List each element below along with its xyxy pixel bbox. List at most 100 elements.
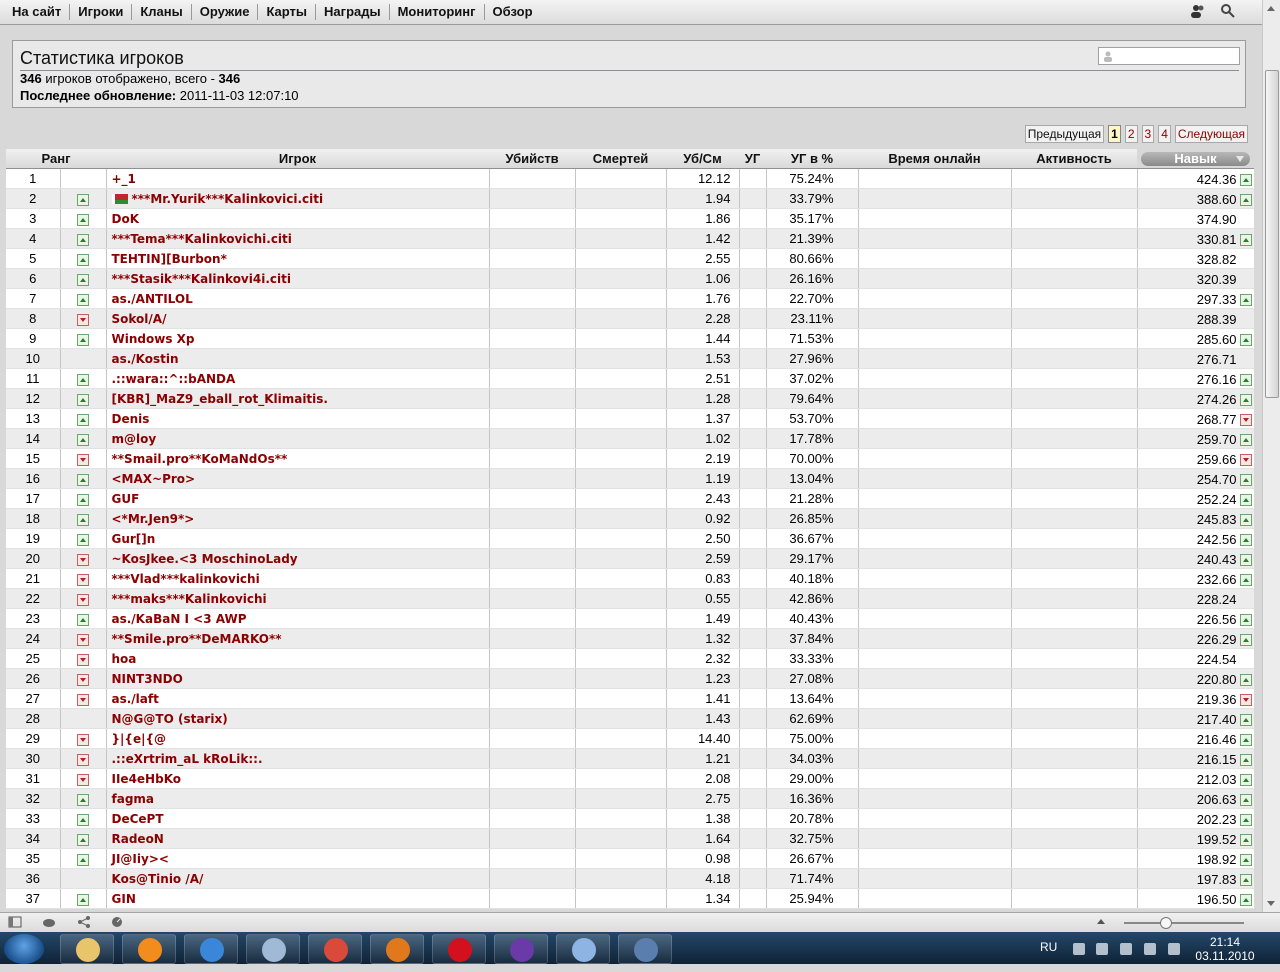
player-name-cell[interactable]: fagma [106, 788, 490, 809]
zoom-slider-knob[interactable] [1160, 917, 1172, 929]
player-name-link[interactable]: ***maks***Kalinkovichi [112, 592, 267, 606]
nav-item[interactable]: Карты [258, 4, 317, 20]
player-name-link[interactable]: .::eXrtrim_aL kRoLik::. [112, 752, 263, 766]
player-name-cell[interactable]: DoK [106, 208, 490, 229]
action-center-icon[interactable] [1096, 943, 1108, 955]
nav-item[interactable]: Награды [316, 4, 390, 20]
network-tray-icon[interactable] [1120, 943, 1132, 955]
network-icon[interactable] [618, 934, 672, 964]
player-name-cell[interactable]: RadeoN [106, 828, 490, 849]
scroll-up-arrow[interactable] [1267, 6, 1275, 11]
col-hs-percent[interactable]: УГ в % [766, 149, 858, 169]
player-name-cell[interactable]: }|{e|{@ [106, 728, 490, 749]
player-name-link[interactable]: Denis [112, 412, 150, 426]
player-name-cell[interactable]: as./KaBaN I <3 AWP [106, 608, 490, 629]
table-row[interactable]: 18 <*Mr.Jen9*> 0.92 26.85% 245.83 [6, 508, 1254, 529]
player-name-link[interactable]: ***Stasik***Kalinkovi4i.citi [112, 272, 291, 286]
firefox-icon[interactable] [370, 934, 424, 964]
table-row[interactable]: 8 Sokol/A/2.28 23.11% 288.39 [6, 308, 1254, 329]
player-name-link[interactable]: as./KaBaN I <3 AWP [112, 612, 247, 626]
player-name-link[interactable]: Gur[]n [112, 532, 156, 546]
player-name-link[interactable]: ***Vlad***kalinkovichi [112, 572, 260, 586]
player-name-link[interactable]: Windows Xp [112, 332, 195, 346]
player-name-link[interactable]: <MAX~Pro> [112, 472, 196, 486]
player-name-cell[interactable]: as./ANTILOL [106, 288, 490, 309]
player-name-cell[interactable]: as./Kostin [106, 348, 490, 369]
table-row[interactable]: 23 as./KaBaN I <3 AWP 1.49 40.43% 226.56 [6, 608, 1254, 629]
start-button[interactable] [4, 934, 44, 964]
player-name-link[interactable]: ~KosJkee.<3 MoschinoLady [112, 552, 298, 566]
prev-page-button[interactable]: Предыдущая [1024, 125, 1105, 143]
player-name-cell[interactable]: [KBR]_MaZ9_eball_rot_Klimaitis. [106, 388, 490, 409]
col-skill[interactable]: Навык [1137, 149, 1254, 169]
share-icon[interactable] [77, 916, 91, 928]
player-name-cell[interactable]: +_1 [106, 168, 490, 189]
player-name-link[interactable]: ***Tema***Kalinkovichi.citi [112, 232, 292, 246]
table-row[interactable]: 21 ***Vlad***kalinkovichi 0.83 40.18% 232.66 [6, 568, 1254, 589]
table-row[interactable]: 5 TEHTIN][Burbon* 2.55 80.66% 328.82 [6, 248, 1254, 269]
player-name-cell[interactable]: Denis [106, 408, 490, 429]
table-row[interactable]: 1 +_1 12.12 75.24% 424.36 [6, 168, 1254, 189]
table-row[interactable]: 2 ***Mr.Yurik***Kalinkovici.citi 1.94 33.79… [6, 188, 1254, 209]
table-row[interactable]: 11 .::wara::^::bANDA 2.51 37.02% 276.16 [6, 368, 1254, 389]
table-row[interactable]: 33 DeCePT 1.38 20.78% 202.23 [6, 808, 1254, 829]
player-name-cell[interactable]: Kos@Tinio /A/ [106, 868, 490, 889]
nav-item[interactable]: Кланы [132, 4, 192, 20]
col-kd[interactable]: Уб/См [666, 149, 739, 169]
scroll-thumb[interactable] [1265, 70, 1279, 398]
table-row[interactable]: 13 Denis 1.37 53.70% 268.77 [6, 408, 1254, 429]
table-row[interactable]: 24 **Smile.pro**DeMARKO** 1.32 37.84% 226.29 [6, 628, 1254, 649]
player-search-input[interactable] [1098, 47, 1240, 65]
player-name-cell[interactable]: Windows Xp [106, 328, 490, 349]
player-name-link[interactable]: Sokol/A/ [112, 312, 167, 326]
next-page-button[interactable]: Следующая [1174, 125, 1248, 143]
table-row[interactable]: 15 **Smail.pro**KoMaNdOs** 2.19 70.00% 259.6… [6, 448, 1254, 469]
player-name-cell[interactable]: Gur[]n [106, 528, 490, 549]
speaker-icon[interactable] [1168, 943, 1180, 955]
table-row[interactable]: 7 as./ANTILOL 1.76 22.70% 297.33 [6, 288, 1254, 309]
table-row[interactable]: 22 ***maks***Kalinkovichi 0.55 42.86% 228.24 [6, 588, 1254, 609]
player-name-link[interactable]: NINT3NDO [112, 672, 183, 686]
player-name-link[interactable]: hoa [112, 652, 137, 666]
player-name-link[interactable]: TEHTIN][Burbon* [112, 252, 227, 266]
player-name-cell[interactable]: ***Stasik***Kalinkovi4i.citi [106, 268, 490, 289]
page-3-button[interactable]: 3 [1141, 125, 1155, 143]
player-name-link[interactable]: JI@Iiy>< [112, 852, 169, 866]
language-indicator[interactable]: RU [1040, 940, 1057, 972]
col-activity[interactable]: Активность [1011, 149, 1137, 169]
player-name-link[interactable]: as./ANTILOL [112, 292, 193, 306]
col-online-time[interactable]: Время онлайн [858, 149, 1011, 169]
player-name-link[interactable]: DoK [112, 212, 140, 226]
table-row[interactable]: 17 GUF 2.43 21.28% 252.24 [6, 488, 1254, 509]
player-name-link[interactable]: Kos@Tinio /A/ [112, 872, 204, 886]
player-name-cell[interactable]: JI@Iiy>< [106, 848, 490, 869]
nav-item[interactable]: Мониторинг [390, 4, 485, 20]
chrome-icon[interactable] [308, 934, 362, 964]
zoom-menu-arrow[interactable] [1097, 919, 1105, 924]
table-row[interactable]: 28 N@G@TO (starix) 1.43 62.69% 217.40 [6, 708, 1254, 729]
speed-dial-icon[interactable] [110, 916, 124, 928]
player-name-cell[interactable]: ***Mr.Yurik***Kalinkovici.citi [106, 188, 490, 209]
table-row[interactable]: 31 IIe4eHbKo 2.08 29.00% 212.03 [6, 768, 1254, 789]
col-player[interactable]: Игрок [106, 149, 489, 169]
table-row[interactable]: 20 ~KosJkee.<3 MoschinoLady 2.59 29.17% 240.… [6, 548, 1254, 569]
player-name-link[interactable]: <*Mr.Jen9*> [112, 512, 195, 526]
scroll-down-arrow[interactable] [1267, 901, 1275, 906]
page-4-button[interactable]: 4 [1158, 125, 1171, 143]
table-row[interactable]: 30 .::eXrtrim_aL kRoLik::. 1.21 34.03% 216.1… [6, 748, 1254, 769]
volume-icon[interactable] [1144, 943, 1156, 955]
show-hidden-icons[interactable] [1073, 943, 1085, 955]
table-row[interactable]: 34 RadeoN 1.64 32.75% 199.52 [6, 828, 1254, 849]
player-name-cell[interactable]: **Smile.pro**DeMARKO** [106, 628, 490, 649]
table-row[interactable]: 9 Windows Xp 1.44 71.53% 285.60 [6, 328, 1254, 349]
table-row[interactable]: 26 NINT3NDO 1.23 27.08% 220.80 [6, 668, 1254, 689]
player-name-cell[interactable]: <MAX~Pro> [106, 468, 490, 489]
users-icon[interactable] [1190, 3, 1206, 19]
table-row[interactable]: 3 DoK 1.86 35.17% 374.90 [6, 208, 1254, 229]
player-name-link[interactable]: as./Kostin [112, 352, 179, 366]
player-name-cell[interactable]: **Smail.pro**KoMaNdOs** [106, 448, 490, 469]
table-row[interactable]: 10 as./Kostin 1.53 27.96% 276.71 [6, 348, 1254, 369]
page-scrollbar[interactable] [1262, 0, 1280, 912]
nav-item[interactable]: На сайт [4, 4, 71, 20]
player-name-cell[interactable]: ***maks***Kalinkovichi [106, 588, 490, 609]
